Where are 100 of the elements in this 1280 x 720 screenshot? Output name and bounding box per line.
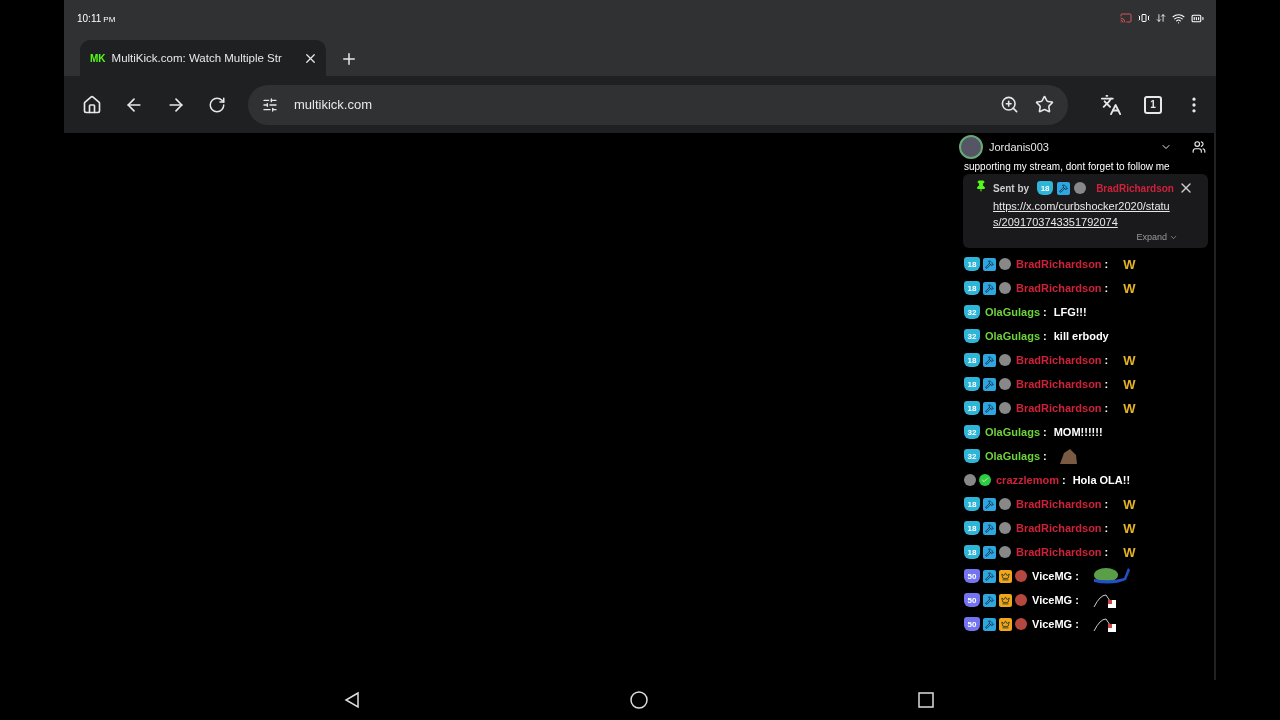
username[interactable]: BradRichardson xyxy=(1016,258,1102,270)
recents-nav-button[interactable] xyxy=(917,691,935,709)
sketch-emote-icon xyxy=(1091,615,1118,633)
subscriber-badge: 18 xyxy=(964,281,980,295)
separator-colon: : xyxy=(1075,618,1079,630)
separator-colon: : xyxy=(1104,258,1109,270)
separator-colon: : xyxy=(1104,522,1109,534)
rock-emote-icon xyxy=(1057,447,1078,465)
separator-colon: : xyxy=(1043,330,1047,342)
home-button[interactable] xyxy=(82,94,102,115)
status-time: 10:11 PM xyxy=(77,12,116,24)
hammer-badge-icon xyxy=(983,569,996,583)
username[interactable]: OlaGulags xyxy=(985,426,1041,438)
verified-badge-icon xyxy=(979,474,991,486)
chat-message-text: Hola OLA!! xyxy=(1072,474,1131,486)
separator-colon: : xyxy=(1043,426,1047,438)
crown-badge-icon xyxy=(999,617,1012,631)
hammer-badge-icon xyxy=(983,257,996,271)
pinned-link[interactable]: https://x.com/curbshocker2020/status/2091703743351792074 xyxy=(993,198,1178,230)
new-tab-button[interactable] xyxy=(340,50,358,68)
separator-colon: : xyxy=(1043,450,1047,462)
url-text: multikick.com xyxy=(294,97,373,112)
username[interactable]: OlaGulags xyxy=(985,330,1041,342)
hammer-badge-icon xyxy=(1057,181,1071,195)
username[interactable]: BradRichardson xyxy=(1016,522,1102,534)
subscriber-badge: 18 xyxy=(964,353,980,367)
reload-button[interactable] xyxy=(208,95,226,114)
hammer-badge-icon xyxy=(983,521,996,535)
separator-colon: : xyxy=(1075,594,1079,606)
subscriber-badge: 32 xyxy=(964,449,980,463)
bookmark-star-icon[interactable] xyxy=(1035,95,1054,114)
separator-colon: : xyxy=(1075,570,1079,582)
username[interactable]: BradRichardson xyxy=(1016,498,1102,510)
subscriber-badge: 50 xyxy=(964,569,980,583)
hammer-badge-icon xyxy=(983,617,996,631)
hammer-badge-icon xyxy=(983,545,996,559)
sent-by-label: Sent by xyxy=(993,182,1030,194)
crown-badge-icon xyxy=(999,593,1012,607)
users-icon[interactable] xyxy=(1192,140,1206,154)
subscriber-badge: 18 xyxy=(964,401,980,415)
separator-colon: : xyxy=(1104,546,1109,558)
hammer-badge-icon xyxy=(983,377,996,391)
subscriber-badge: 32 xyxy=(964,305,980,319)
vibrate-icon xyxy=(1138,12,1150,24)
username[interactable]: BradRichardson xyxy=(1016,354,1102,366)
subscriber-badge: 32 xyxy=(964,329,980,343)
avatar xyxy=(959,135,983,159)
subscriber-badge: 18 xyxy=(964,377,980,391)
back-nav-button[interactable] xyxy=(343,691,361,709)
tab-title: MultiKick.com: Watch Multiple Str xyxy=(111,52,283,64)
channel-name: Jordanis003 xyxy=(989,141,1050,153)
username[interactable]: crazzlemom xyxy=(996,474,1059,486)
wifi-icon xyxy=(1172,11,1185,25)
hammer-badge-icon xyxy=(983,401,996,415)
subscriber-badge: 18 xyxy=(964,521,980,535)
tab-switcher-button[interactable]: 1 xyxy=(1144,95,1162,114)
separator-colon: : xyxy=(1104,354,1109,366)
username[interactable]: ViceMG xyxy=(1032,618,1073,630)
subscriber-badge: 18 xyxy=(964,545,980,559)
site-settings-icon[interactable] xyxy=(262,96,278,113)
pin-icon xyxy=(975,180,987,192)
username[interactable]: OlaGulags xyxy=(985,306,1041,318)
subscriber-badge: 18 xyxy=(964,257,980,271)
expand-button[interactable]: Expand xyxy=(1136,232,1178,242)
chat-message-text: kill erbody xyxy=(1053,330,1109,342)
browser-tab[interactable]: MK MultiKick.com: Watch Multiple Str xyxy=(80,40,326,76)
username[interactable]: ViceMG xyxy=(1032,570,1073,582)
username[interactable]: ViceMG xyxy=(1032,594,1073,606)
subscriber-badge: 50 xyxy=(964,617,980,631)
subscriber-badge: 18 xyxy=(964,497,980,511)
tab-favicon: MK xyxy=(90,52,106,64)
username: BradRichardson xyxy=(1096,182,1174,194)
address-bar[interactable]: multikick.com xyxy=(248,84,1068,125)
hammer-badge-icon xyxy=(983,281,996,295)
separator-colon: : xyxy=(1043,306,1047,318)
chat-emote: W xyxy=(1123,544,1136,560)
chat-emote: W xyxy=(1123,496,1136,512)
username[interactable]: BradRichardson xyxy=(1016,282,1102,294)
data-icon xyxy=(1156,13,1166,23)
home-nav-button[interactable] xyxy=(629,690,649,710)
separator-colon: : xyxy=(1104,402,1109,414)
translate-button[interactable] xyxy=(1100,93,1122,116)
username[interactable]: OlaGulags xyxy=(985,450,1041,462)
subscriber-badge: 50 xyxy=(964,593,980,607)
chat-message-text: supporting my stream, dont forget to follow me xyxy=(963,161,1171,173)
separator-colon: : xyxy=(1104,498,1109,510)
username[interactable]: BradRichardson xyxy=(1016,546,1102,558)
zoom-icon[interactable] xyxy=(1000,95,1019,114)
username[interactable]: BradRichardson xyxy=(1016,378,1102,390)
chat-emote: W xyxy=(1123,352,1136,368)
chat-message-text: LFG!!! xyxy=(1053,306,1087,318)
separator-colon: : xyxy=(1104,282,1109,294)
cast-icon xyxy=(1120,12,1132,24)
chat-emote: W xyxy=(1123,256,1136,272)
username[interactable]: BradRichardson xyxy=(1016,402,1102,414)
hammer-badge-icon xyxy=(983,497,996,511)
hammer-badge-icon xyxy=(983,353,996,367)
chat-message-text: MOM!!!!!! xyxy=(1053,426,1103,438)
separator-colon: : xyxy=(1062,474,1066,486)
hammer-badge-icon xyxy=(983,593,996,607)
